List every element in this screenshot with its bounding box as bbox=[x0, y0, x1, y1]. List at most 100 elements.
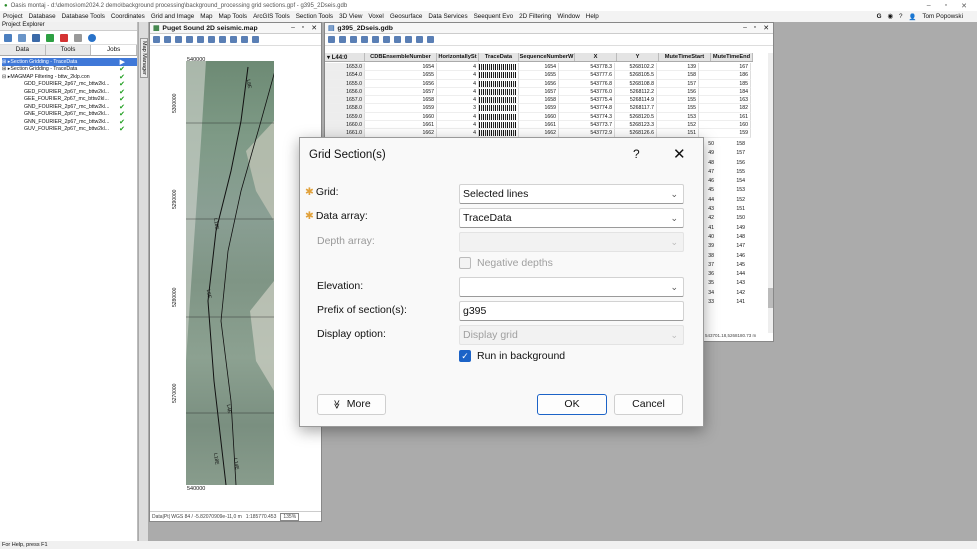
menu-geosurface[interactable]: Geosurface bbox=[390, 13, 423, 20]
table-row[interactable]: 33 141 bbox=[705, 299, 745, 308]
menu-map[interactable]: Map bbox=[200, 13, 212, 20]
table-row[interactable]: 40 148 bbox=[705, 234, 745, 243]
trace-cell[interactable] bbox=[479, 71, 519, 80]
menu-map-tools[interactable]: Map Tools bbox=[219, 13, 248, 20]
table-row[interactable]: 36 144 bbox=[705, 271, 745, 280]
table-cell[interactable]: 4 bbox=[437, 87, 479, 97]
sort-icon[interactable] bbox=[350, 36, 357, 43]
table-cell[interactable]: 149 bbox=[714, 225, 745, 234]
close-icon[interactable]: ✕ bbox=[311, 24, 317, 32]
minimize-icon[interactable]: – bbox=[291, 24, 295, 32]
table-cell[interactable]: 153 bbox=[714, 187, 745, 196]
menu-data-services[interactable]: Data Services bbox=[428, 13, 467, 20]
table-cell[interactable]: 43 bbox=[705, 206, 714, 215]
prefix-input[interactable]: g395 bbox=[459, 301, 684, 321]
menu-2d-filtering[interactable]: 2D Filtering bbox=[519, 13, 551, 20]
user-icon[interactable]: 👤 bbox=[909, 13, 917, 21]
table-row[interactable]: 45 153 bbox=[705, 187, 745, 196]
table-row[interactable]: 43 151 bbox=[705, 206, 745, 215]
menu-window[interactable]: Window bbox=[557, 13, 579, 20]
table-row[interactable]: 34 142 bbox=[705, 290, 745, 299]
table-cell[interactable]: 160 bbox=[699, 121, 751, 130]
table-row[interactable]: 46 154 bbox=[705, 178, 745, 187]
table-cell[interactable]: 543774.8 bbox=[559, 104, 615, 113]
table-cell[interactable]: 152 bbox=[657, 121, 699, 130]
list-item[interactable]: GDD_FOURIER_2p67_mc_bttw2kl... ✔ bbox=[2, 81, 137, 88]
table-cell[interactable]: 543773.7 bbox=[559, 121, 615, 130]
stats-icon[interactable] bbox=[416, 36, 423, 43]
user-name[interactable]: Tom Popowski bbox=[922, 13, 963, 20]
table-cell[interactable]: 1661 bbox=[519, 121, 559, 130]
table-row[interactable]: 1658.0 1659 3 1659 543774.8 5268117.7 155 182 bbox=[325, 104, 751, 113]
close-icon[interactable]: ✕ bbox=[763, 24, 769, 32]
restore-icon[interactable]: ▫ bbox=[754, 24, 756, 32]
trace-cell[interactable] bbox=[479, 87, 519, 97]
seequent-icon[interactable]: ◉ bbox=[888, 13, 894, 20]
table-cell[interactable]: 158 bbox=[714, 141, 745, 150]
cancel-button[interactable]: Cancel bbox=[614, 394, 683, 415]
tab-data[interactable]: Data bbox=[0, 45, 46, 55]
table-cell[interactable]: 146 bbox=[714, 253, 745, 262]
help-button[interactable]: ? bbox=[633, 147, 640, 161]
globe-icon[interactable] bbox=[230, 36, 237, 43]
menu-database[interactable]: Database bbox=[29, 13, 56, 20]
table-cell[interactable]: 158 bbox=[657, 71, 699, 80]
menu-arcgis-tools[interactable]: ArcGIS Tools bbox=[253, 13, 290, 20]
table-row[interactable]: 41 149 bbox=[705, 225, 745, 234]
table-cell[interactable]: 49 bbox=[705, 150, 714, 159]
select-icon[interactable] bbox=[153, 36, 160, 43]
table-row[interactable]: 1660.0 1661 4 1661 543773.7 5268123.3 152 160 bbox=[325, 121, 751, 130]
table-row[interactable]: 1655.0 1656 4 1656 543776.8 5268108.8 157 185 bbox=[325, 79, 751, 88]
play-icon[interactable] bbox=[46, 33, 54, 42]
trace-cell[interactable] bbox=[479, 121, 519, 130]
table-cell[interactable]: 143 bbox=[714, 280, 745, 289]
table-row[interactable]: 48 156 bbox=[705, 160, 745, 169]
up-icon[interactable] bbox=[361, 36, 368, 43]
table-cell[interactable]: 147 bbox=[714, 243, 745, 252]
table-cell[interactable]: 36 bbox=[705, 271, 714, 280]
menu-database-tools[interactable]: Database Tools bbox=[62, 13, 105, 20]
table-cell[interactable]: 543778.3 bbox=[559, 63, 615, 72]
column-header[interactable]: HorizontallySt bbox=[437, 53, 479, 61]
table-cell[interactable]: 1658 bbox=[365, 96, 437, 105]
list-item[interactable]: ⊞ ▸ Section Gridding - TraceData ✔ bbox=[2, 66, 137, 73]
ok-button[interactable]: OK bbox=[537, 394, 607, 415]
table-cell[interactable]: 155 bbox=[714, 169, 745, 178]
list-item[interactable]: ⊟ ▸ MAGMAP Filtering - bttw_2klp.con ✔ bbox=[2, 73, 137, 81]
table-cell[interactable]: 142 bbox=[714, 290, 745, 299]
zoom-select[interactable]: 135% bbox=[280, 512, 300, 521]
menu-coordinates[interactable]: Coordinates bbox=[111, 13, 145, 20]
table-cell[interactable]: 155 bbox=[657, 96, 699, 105]
table-row[interactable]: 1654.0 1655 4 1655 543777.6 5268105.5 158 186 bbox=[325, 71, 751, 80]
table-cell[interactable]: 34 bbox=[705, 290, 714, 299]
trace-cell[interactable] bbox=[479, 104, 519, 113]
row-header[interactable]: 1655.0 bbox=[325, 79, 365, 88]
row-header[interactable]: 1657.0 bbox=[325, 96, 365, 105]
table-row[interactable]: 38 146 bbox=[705, 253, 745, 262]
table-row[interactable]: 1653.0 1654 4 1654 543778.3 5268102.2 139 167 bbox=[325, 63, 751, 72]
table-cell[interactable]: 152 bbox=[714, 197, 745, 206]
table-row[interactable]: 49 157 bbox=[705, 150, 745, 159]
list-item[interactable]: GND_FOURIER_2p67_mc_bttw2kl... ✔ bbox=[2, 103, 137, 111]
table-row[interactable]: 44 152 bbox=[705, 197, 745, 206]
zoom-extent-icon[interactable] bbox=[219, 36, 226, 43]
vertical-scrollbar[interactable] bbox=[768, 53, 773, 333]
table-cell[interactable]: 157 bbox=[657, 79, 699, 88]
table-cell[interactable]: 156 bbox=[714, 160, 745, 169]
table-cell[interactable]: 154 bbox=[714, 178, 745, 187]
info-icon[interactable] bbox=[88, 33, 96, 42]
menu-section-tools[interactable]: Section Tools bbox=[296, 13, 333, 20]
chart-icon[interactable] bbox=[405, 36, 412, 43]
hand-icon[interactable] bbox=[186, 36, 193, 43]
table-row[interactable]: 42 150 bbox=[705, 215, 745, 224]
table-row[interactable]: 47 155 bbox=[705, 169, 745, 178]
list-item[interactable]: GED_FOURIER_2p67_mc_bttw2kl... ✔ bbox=[2, 88, 137, 96]
table-cell[interactable]: 1656 bbox=[365, 79, 437, 88]
row-header[interactable]: 1658.0 bbox=[325, 104, 365, 113]
row-header[interactable]: 1660.0 bbox=[325, 121, 365, 130]
table-cell[interactable]: 41 bbox=[705, 225, 714, 234]
table-cell[interactable]: 145 bbox=[714, 262, 745, 271]
list-item[interactable]: ⊞ ▸ Section Gridding - TraceData ▶ bbox=[2, 58, 137, 66]
table-cell[interactable]: 4 bbox=[437, 79, 479, 88]
satellite-map-image[interactable]: L8E L18E L6E L4E L18E L14E bbox=[186, 61, 277, 486]
